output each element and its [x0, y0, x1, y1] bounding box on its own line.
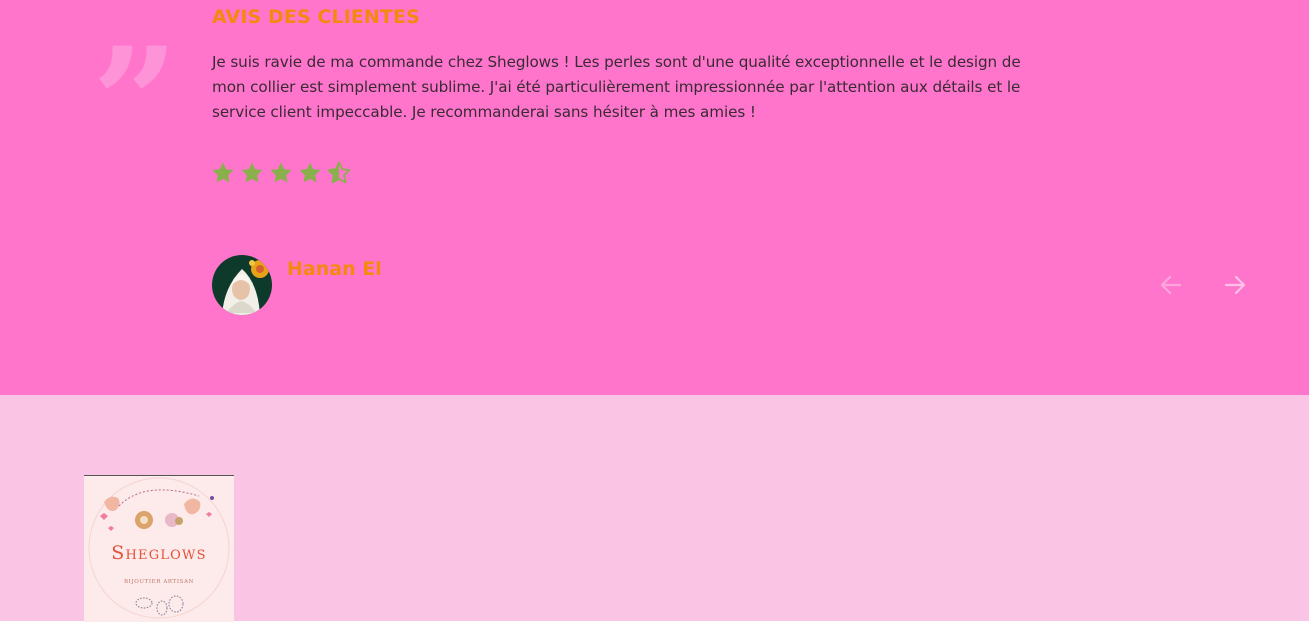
- logo-brand-name: Sheglows: [111, 542, 207, 564]
- star-icon: [211, 161, 235, 189]
- star-icon: [240, 161, 264, 189]
- brand-logo[interactable]: Sheglows BIJOUTIER ARTISAN: [84, 475, 234, 622]
- logo-tagline: BIJOUTIER ARTISAN: [124, 579, 194, 585]
- testimonial-section: ” AVIS DES CLIENTES Je suis ravie de ma …: [0, 0, 1309, 395]
- review-author: Hanan El: [212, 255, 382, 315]
- section-title: AVIS DES CLIENTES: [212, 6, 420, 28]
- previous-review-button[interactable]: [1156, 270, 1186, 300]
- star-half-icon: [327, 161, 351, 189]
- footer: Sheglows BIJOUTIER ARTISAN: [0, 395, 1309, 622]
- author-avatar: [212, 255, 272, 315]
- review-text: Je suis ravie de ma commande chez Sheglo…: [212, 53, 1021, 121]
- star-icon: [269, 161, 293, 189]
- quote-icon: ”: [92, 15, 179, 191]
- star-icon: [298, 161, 322, 189]
- author-name: Hanan El: [287, 258, 382, 280]
- arrow-left-icon: [1160, 275, 1182, 295]
- arrow-right-icon: [1224, 275, 1246, 295]
- next-review-button[interactable]: [1220, 270, 1250, 300]
- rating-stars: [211, 161, 351, 189]
